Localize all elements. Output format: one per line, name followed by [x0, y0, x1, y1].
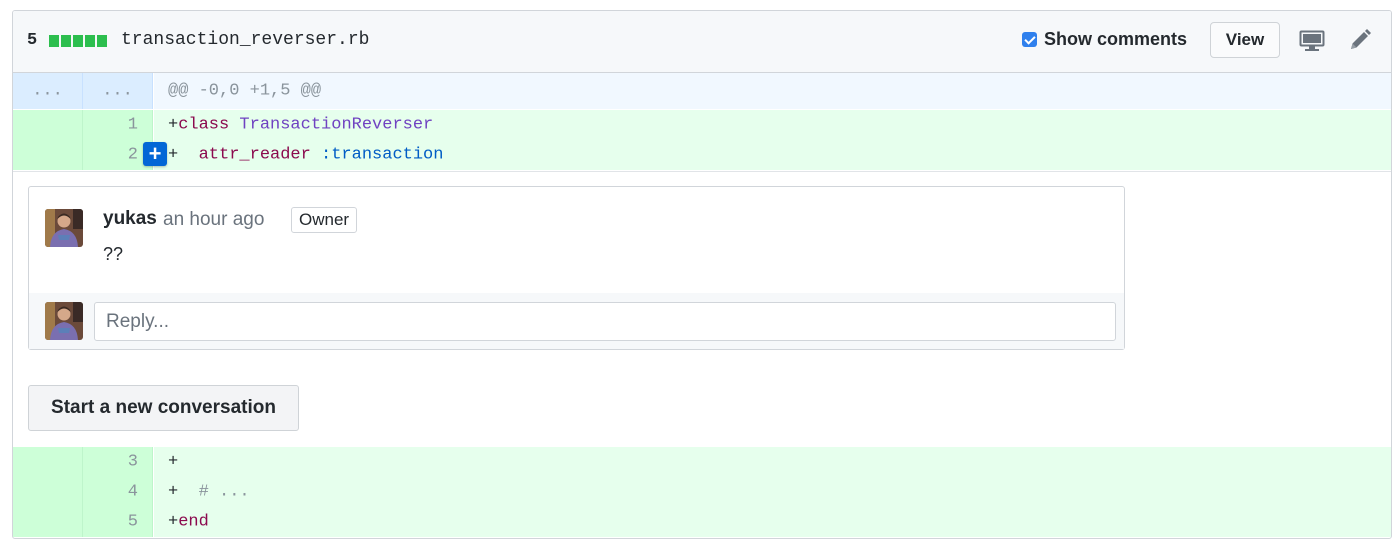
desktop-icon[interactable] — [1299, 30, 1325, 52]
diff-line: 1 +class TransactionReverser — [13, 110, 1391, 140]
comment-author[interactable]: yukas — [103, 208, 157, 230]
new-line-number[interactable]: 2 — [128, 146, 138, 165]
inline-comments: yukas an hour ago Owner ?? — [13, 171, 1391, 371]
reply-input[interactable] — [94, 302, 1116, 341]
code-token: class — [178, 115, 230, 135]
code-text: + attr_reader :transaction — [168, 146, 443, 165]
reply-avatar — [45, 302, 83, 340]
code-text: +end — [168, 513, 209, 532]
show-comments-toggle[interactable]: Show comments — [1022, 29, 1187, 50]
hunk-old-expander: ... — [13, 73, 83, 109]
code-cell: + — [154, 447, 1391, 477]
code-token: attr_reader — [198, 145, 311, 165]
start-new-conversation-button[interactable]: Start a new conversation — [28, 385, 299, 431]
new-conversation-area: Start a new conversation — [13, 369, 1391, 446]
new-line-number[interactable]: 1 — [128, 116, 138, 135]
diff-file: 5 transaction_reverser.rb Show comments … — [12, 10, 1392, 539]
new-line-number-cell: 5 — [83, 507, 153, 537]
diff-line: 2 + attr_reader :transaction — [13, 140, 1391, 170]
hunk-old-marker[interactable]: ... — [13, 82, 82, 101]
hunk-new-expander: ... — [83, 73, 153, 109]
comment-body: ?? — [103, 244, 124, 264]
hunk-header-text: @@ -0,0 +1,5 @@ — [168, 81, 322, 101]
file-header: 5 transaction_reverser.rb Show comments … — [13, 11, 1391, 73]
file-name[interactable]: transaction_reverser.rb — [121, 30, 369, 50]
owner-badge: Owner — [291, 207, 358, 233]
comment: yukas an hour ago Owner ?? — [29, 187, 1124, 294]
diffstat-bar — [49, 35, 107, 47]
new-line-number[interactable]: 5 — [128, 513, 138, 532]
diffstat-count: 5 — [27, 31, 38, 50]
code-token: + — [168, 512, 179, 532]
hunk-header: @@ -0,0 +1,5 @@ — [154, 73, 1391, 109]
diff-line: 5 +end — [13, 507, 1391, 537]
new-line-number-cell: 1 — [83, 110, 153, 140]
show-comments-label[interactable]: Show comments — [1044, 29, 1187, 50]
new-line-number-cell: 3 — [83, 447, 153, 477]
diffstat-block — [49, 35, 59, 47]
code-token: :transaction — [321, 145, 444, 165]
hunk-header-row: ... ... @@ -0,0 +1,5 @@ — [13, 73, 1391, 109]
diffstat-block — [61, 35, 71, 47]
hunk-new-marker[interactable]: ... — [83, 82, 152, 101]
code-cell: +class TransactionReverser — [154, 110, 1391, 140]
old-line-number — [13, 507, 83, 537]
new-line-number[interactable]: 4 — [128, 483, 138, 502]
code-token: + — [168, 115, 179, 135]
reply-area — [29, 293, 1124, 349]
pencil-icon[interactable] — [1348, 28, 1372, 52]
code-text: + # ... — [168, 483, 250, 502]
code-cell: + # ... — [154, 477, 1391, 507]
comment-timestamp[interactable]: an hour ago — [163, 209, 264, 231]
code-token: TransactionReverser — [239, 115, 434, 135]
diffstat-block — [85, 35, 95, 47]
avatar[interactable] — [45, 209, 83, 247]
diff-line: 4 + # ... — [13, 477, 1391, 507]
code-cell: +end — [154, 507, 1391, 537]
code-token: # ... — [198, 482, 250, 502]
code-token: + — [168, 482, 199, 502]
code-cell: + attr_reader :transaction — [154, 140, 1391, 170]
old-line-number — [13, 447, 83, 477]
diffstat-block — [97, 35, 107, 47]
view-button[interactable]: View — [1210, 22, 1280, 58]
old-line-number — [13, 140, 83, 170]
code-token: + — [168, 145, 199, 165]
add-line-comment-button[interactable]: + — [143, 141, 167, 166]
diff-line: 3 + — [13, 447, 1391, 477]
old-line-number — [13, 110, 83, 140]
comment-thread: yukas an hour ago Owner ?? — [28, 186, 1125, 350]
code-text: + — [168, 453, 178, 472]
show-comments-checkbox[interactable] — [1022, 32, 1037, 47]
code-token: + — [168, 452, 179, 472]
code-text: +class TransactionReverser — [168, 116, 433, 135]
old-line-number — [13, 477, 83, 507]
new-line-number[interactable]: 3 — [128, 453, 138, 472]
new-line-number-cell: 4 — [83, 477, 153, 507]
code-token: end — [178, 512, 209, 532]
diffstat-block — [73, 35, 83, 47]
